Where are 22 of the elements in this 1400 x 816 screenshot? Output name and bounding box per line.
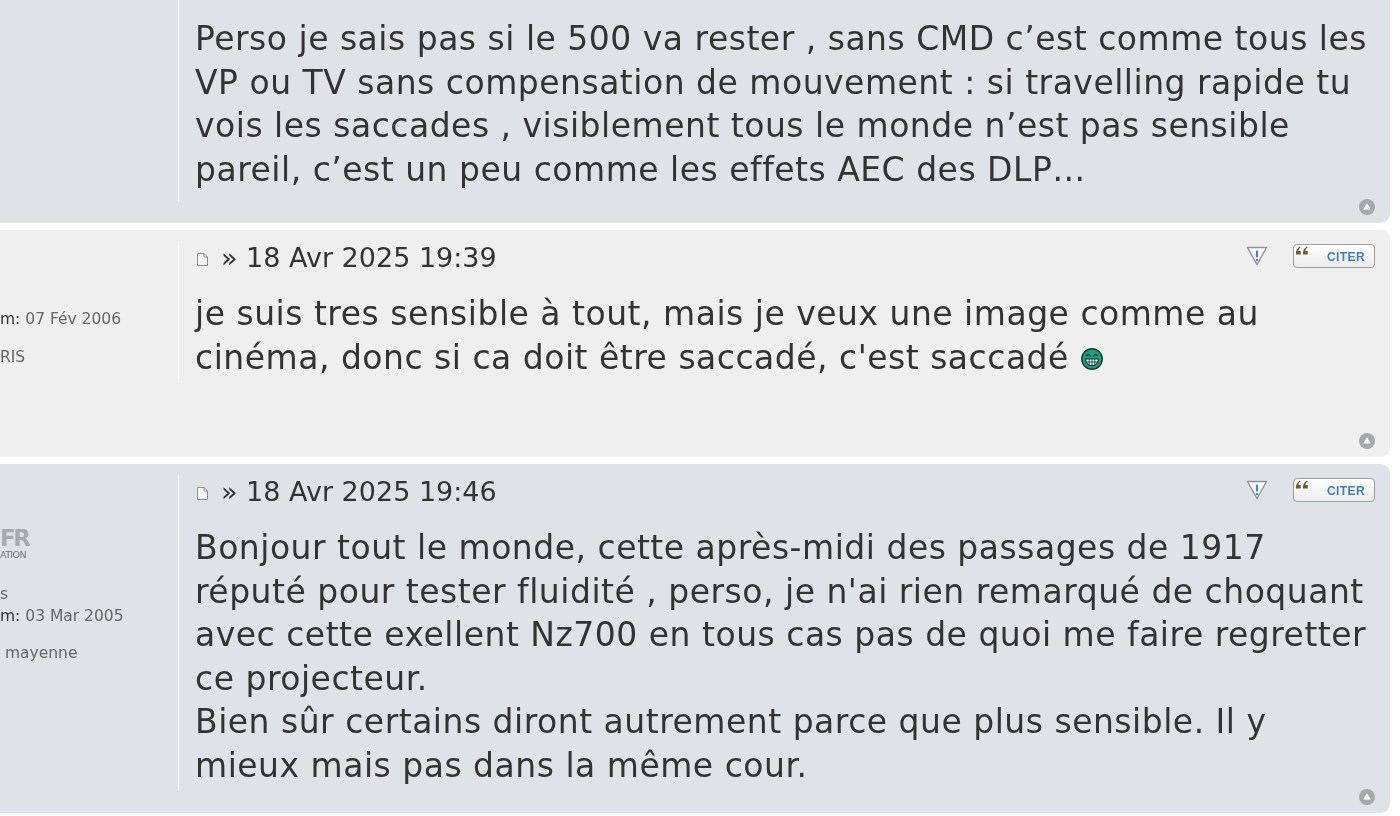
post-date: » 18 Avr 2025 19:39: [221, 242, 497, 274]
up-arrow-circle-icon[interactable]: [1359, 199, 1375, 215]
quote-mark-icon: [1295, 480, 1309, 489]
quote-mark-icon: [1295, 246, 1309, 255]
rank-logo: FR ATION: [0, 527, 30, 560]
profile-detail: s: [0, 584, 9, 605]
profile-detail: RIS: [0, 347, 26, 368]
page-icon[interactable]: [197, 487, 208, 500]
profile-detail: m: 03 Mar 2005: [0, 606, 124, 627]
up-arrow-circle-icon[interactable]: [1359, 433, 1375, 449]
quote-button[interactable]: CITER: [1293, 244, 1375, 268]
post-text: Bonjour tout le monde, cette après-midi des passages de 1917 réputé pour tester fluidité , perso, je n'ai rien remarqué de choquant avec cette exellent Nz700 en tous cas pas de quoi me faire regretter ce projecteur. Bien sûr certains diront autrement parce que plus sensible. Il y mieux mais pas dans la même cour.: [195, 528, 1367, 785]
post-text: je suis tres sensible à tout, mais je veux une image comme au cinéma, donc si ca doit être saccadé, c'est saccadé: [195, 294, 1259, 377]
up-arrow-circle-icon[interactable]: [1359, 789, 1375, 805]
post-text: Perso je sais pas si le 500 va rester , sans CMD c’est comme tous les VP ou TV sans compensation de mouvement : si travelling rapide tu vois les saccades , visiblement tous le monde n’est pas sensible pareil, c’est un peu comme les effets AEC des DLP…: [195, 19, 1367, 189]
profile-detail: mayenne: [3, 643, 78, 664]
exclamation-triangle-icon[interactable]: [1246, 480, 1268, 500]
post-date: » 18 Avr 2025 19:46: [221, 476, 497, 508]
exclamation-triangle-icon[interactable]: [1246, 246, 1268, 266]
page-icon[interactable]: [197, 253, 208, 266]
quote-button[interactable]: CITER: [1293, 478, 1375, 502]
profile-detail: m: 07 Fév 2006: [0, 309, 122, 330]
